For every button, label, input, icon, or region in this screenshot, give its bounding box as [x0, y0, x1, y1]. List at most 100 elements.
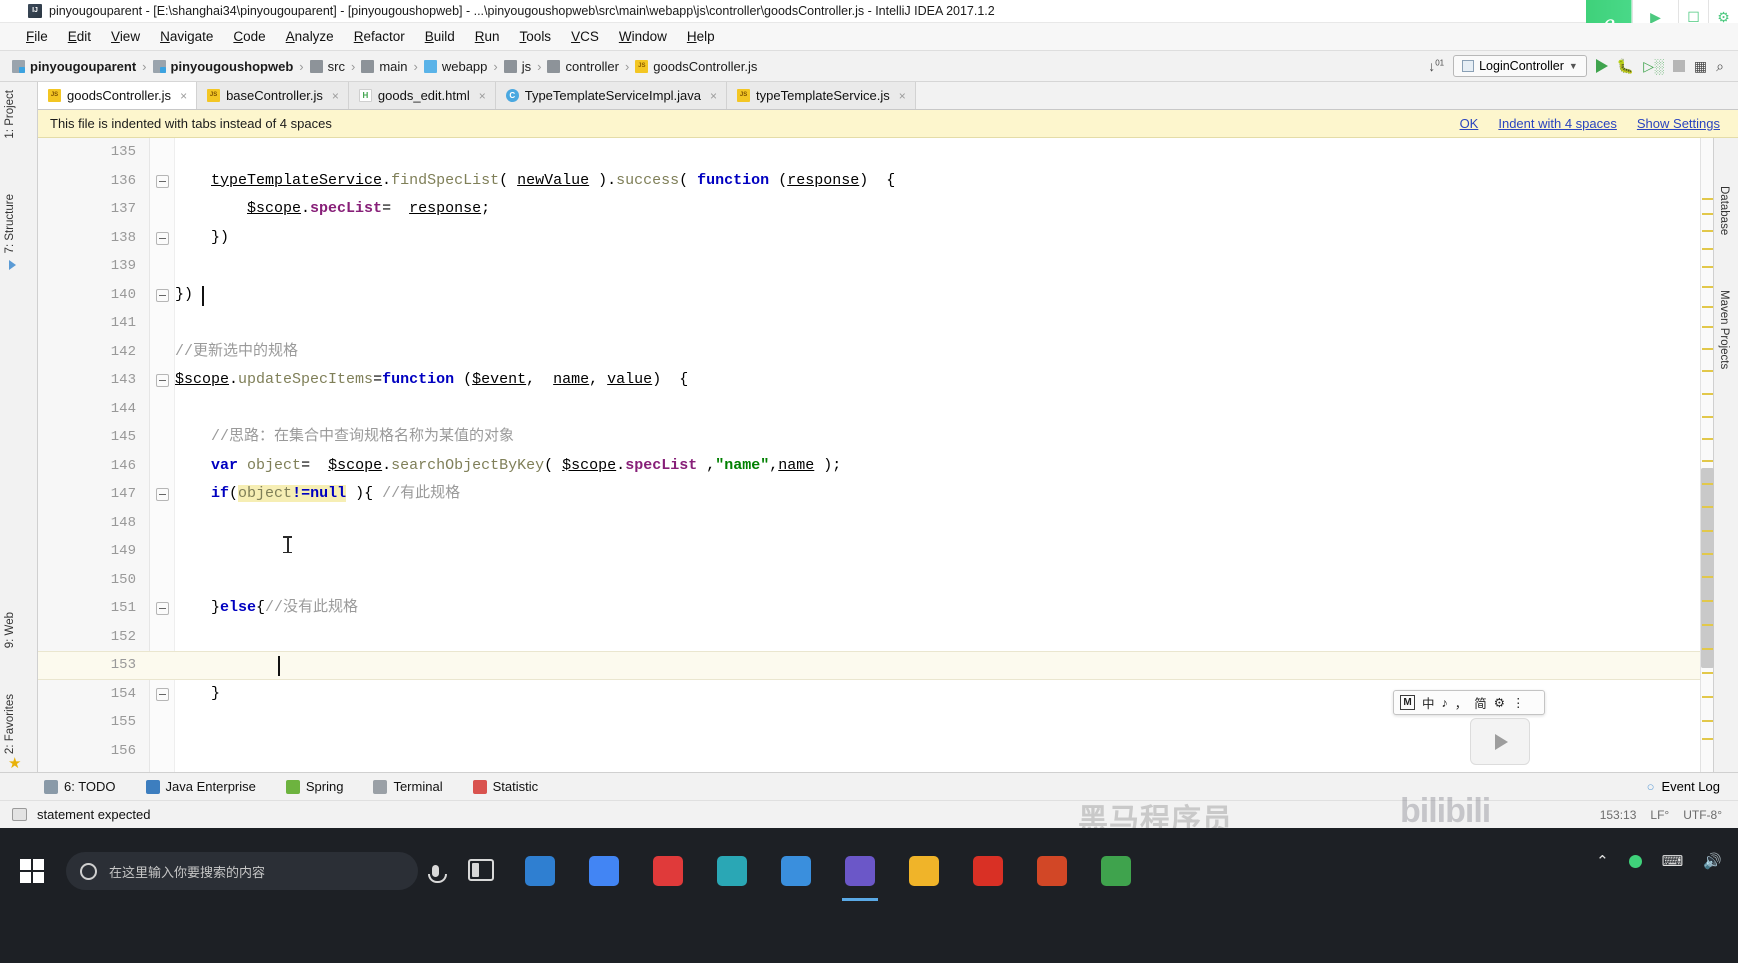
sidebar-item-structure[interactable]: 7: Structure — [2, 190, 18, 257]
inspection-marker[interactable] — [1702, 506, 1713, 508]
bottom-tool-6--todo[interactable]: 6: TODO — [44, 779, 116, 794]
tab-typetemplateservice-js[interactable]: typeTemplateService.js × — [727, 82, 916, 109]
inspection-marker[interactable] — [1702, 286, 1713, 288]
inspection-marker[interactable] — [1702, 720, 1713, 722]
taskbar-intellij-idea-icon[interactable] — [840, 849, 880, 901]
ime-shape-label[interactable]: 简 — [1474, 693, 1487, 712]
sidebar-item-maven-projects[interactable]: Maven Projects — [1718, 290, 1730, 369]
notification-ok-link[interactable]: OK — [1460, 116, 1479, 131]
notification-show-settings-link[interactable]: Show Settings — [1637, 116, 1720, 131]
file-encoding[interactable]: UTF-8° — [1683, 808, 1722, 822]
code-fold-toggle[interactable] — [156, 174, 169, 188]
editor-marker-bar[interactable] — [1700, 138, 1714, 772]
run-with-coverage-icon[interactable]: ▷░ — [1643, 58, 1664, 75]
stop-icon[interactable] — [1672, 60, 1685, 72]
code-line[interactable]: //思路：在集合中查询规格名称为某值的对象 — [175, 423, 514, 452]
taskbar-pdf-reader-icon[interactable] — [968, 849, 1008, 893]
task-view-icon[interactable] — [468, 859, 494, 881]
inspection-marker[interactable] — [1702, 696, 1713, 698]
menu-navigate[interactable]: Navigate — [150, 26, 223, 47]
close-icon[interactable]: × — [710, 89, 717, 103]
chevron-up-icon[interactable]: ⌃ — [1596, 852, 1609, 870]
code-line[interactable]: typeTemplateService.findSpecList( newVal… — [175, 167, 895, 196]
close-icon[interactable]: × — [180, 89, 187, 103]
inspection-marker[interactable] — [1702, 738, 1713, 740]
inspection-marker[interactable] — [1702, 416, 1713, 418]
ime-punct-icon[interactable]: ， — [1455, 693, 1468, 712]
menu-tools[interactable]: Tools — [510, 26, 562, 47]
bottom-tool-statistic[interactable]: Statistic — [472, 779, 538, 794]
code-fold-toggle[interactable] — [156, 602, 169, 615]
taskbar-red-app-icon[interactable] — [648, 849, 688, 893]
menu-file[interactable]: File — [16, 26, 58, 47]
menu-build[interactable]: Build — [415, 26, 465, 47]
bottom-tool-terminal[interactable]: Terminal — [373, 779, 443, 794]
ime-language-bar[interactable]: M 中 ♪ ， 简 ⚙ ⋮ — [1393, 690, 1545, 715]
code-editor[interactable]: 135 136 typeTemplateService.findSpecList(… — [38, 138, 1713, 772]
inspection-marker[interactable] — [1702, 393, 1713, 395]
inspection-marker[interactable] — [1702, 198, 1713, 200]
code-fold-toggle[interactable] — [156, 288, 169, 302]
inspection-marker[interactable] — [1702, 600, 1713, 602]
tab-basecontroller-js[interactable]: baseController.js × — [197, 82, 349, 109]
editor-scrollbar-thumb[interactable] — [1701, 468, 1714, 668]
inspection-marker[interactable] — [1702, 370, 1713, 372]
breadcrumb-item-goodscontroller-js[interactable]: goodsController.js — [635, 59, 757, 74]
taskbar-green-app-icon[interactable] — [1096, 849, 1136, 893]
inspection-marker[interactable] — [1702, 460, 1713, 462]
search-everywhere-icon[interactable]: ⌕ — [1716, 58, 1724, 75]
microphone-icon[interactable] — [424, 860, 447, 883]
tab-goodscontroller-js[interactable]: goodsController.js × — [38, 82, 198, 109]
notification-indent-link[interactable]: Indent with 4 spaces — [1498, 116, 1617, 131]
breadcrumb-item-webapp[interactable]: webapp — [423, 59, 487, 74]
taskbar-blue-square-app-icon[interactable] — [776, 849, 816, 893]
debug-icon[interactable]: 🐛 — [1617, 58, 1634, 75]
close-icon[interactable]: × — [332, 89, 339, 103]
code-line[interactable]: $scope.specList= response; — [175, 195, 490, 224]
inspection-marker[interactable] — [1702, 624, 1713, 626]
windows-start-icon[interactable] — [8, 850, 56, 892]
volume-icon[interactable]: 🔊 — [1703, 852, 1722, 870]
code-line[interactable]: } — [175, 680, 220, 709]
taskbar-ppt-app-icon[interactable] — [1032, 849, 1072, 893]
network-icon[interactable]: ⌨ — [1662, 852, 1684, 870]
close-icon[interactable]: × — [899, 89, 906, 103]
ime-settings-gear-icon[interactable]: ⚙ — [1494, 695, 1505, 710]
breadcrumb-item-pinyougouparent[interactable]: pinyougouparent — [12, 59, 136, 74]
code-line[interactable]: }) — [175, 224, 229, 253]
sidebar-item-project[interactable]: 1: Project — [2, 86, 18, 143]
security-icon[interactable] — [1628, 854, 1642, 868]
code-fold-toggle[interactable] — [156, 488, 169, 501]
code-line[interactable]: var object= $scope.searchObjectByKey( $s… — [175, 452, 841, 481]
tab-goods-edit-html[interactable]: goods_edit.html × — [348, 82, 496, 109]
breadcrumb-item-main[interactable]: main — [361, 59, 408, 74]
run-icon[interactable] — [1595, 59, 1608, 73]
sidebar-item-database[interactable]: Database — [1718, 186, 1730, 235]
update-project-icon[interactable]: ↓01 — [1428, 58, 1444, 74]
code-line[interactable]: $scope.updateSpecItems=function ($event,… — [175, 366, 688, 395]
layout-icon[interactable]: ▦ — [1694, 58, 1707, 75]
run-configuration-selector[interactable]: LoginController ▼ — [1453, 55, 1587, 77]
inspection-marker[interactable] — [1702, 648, 1713, 650]
code-fold-toggle[interactable] — [156, 231, 169, 245]
code-line[interactable]: }else{//没有此规格 — [175, 594, 358, 623]
menu-help[interactable]: Help — [677, 26, 725, 47]
code-line[interactable]: }) — [175, 281, 193, 310]
tab-typetemplateserviceimpl-java[interactable]: TypeTemplateServiceImpl.java × — [495, 82, 728, 109]
menu-vcs[interactable]: VCS — [561, 26, 609, 47]
taskbar-chrome-icon[interactable] — [584, 849, 624, 893]
code-fold-toggle[interactable] — [156, 687, 169, 701]
ime-lang-label[interactable]: 中 — [1422, 693, 1435, 712]
taskbar-foxmail-icon[interactable] — [520, 849, 560, 893]
inspection-marker[interactable] — [1702, 348, 1713, 350]
breadcrumb-item-src[interactable]: src — [309, 59, 345, 74]
event-log-button[interactable]: ○ Event Log — [1647, 779, 1738, 794]
menu-view[interactable]: View — [101, 26, 150, 47]
code-line[interactable]: //更新选中的规格 — [175, 338, 298, 367]
bottom-tool-java-enterprise[interactable]: Java Enterprise — [145, 779, 256, 794]
breadcrumb-item-controller[interactable]: controller — [547, 59, 619, 74]
code-fold-toggle[interactable] — [156, 374, 169, 387]
menu-code[interactable]: Code — [223, 26, 275, 47]
inspection-marker[interactable] — [1702, 248, 1713, 250]
inspection-marker[interactable] — [1702, 230, 1713, 232]
